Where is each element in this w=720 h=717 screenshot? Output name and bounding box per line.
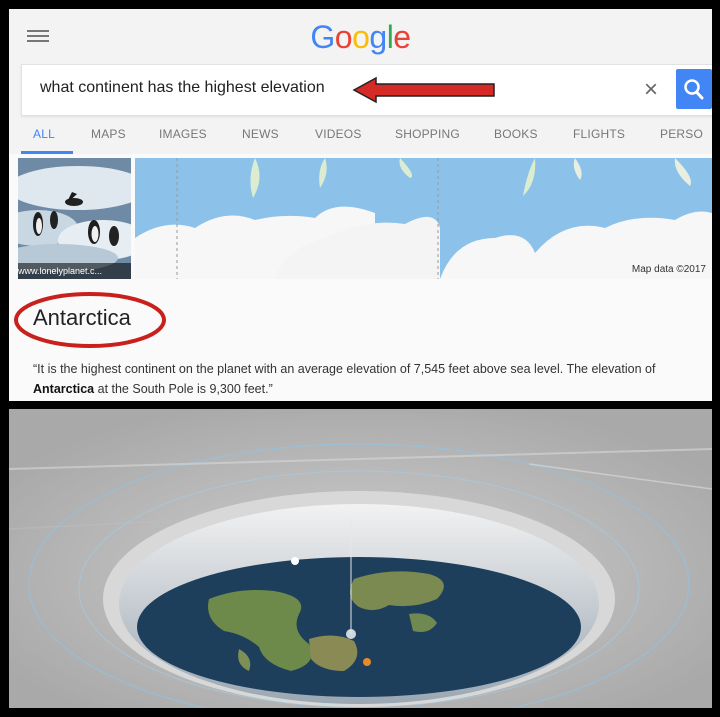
tab-maps[interactable]: MAPS — [91, 127, 126, 141]
penguin-photo[interactable]: www.lonelyplanet.c... — [18, 158, 131, 279]
snippet-bold: Antarctica — [33, 382, 95, 396]
search-box[interactable]: what continent has the highest elevation… — [21, 64, 712, 116]
logo-letter: o — [352, 19, 370, 55]
search-button[interactable] — [676, 69, 712, 109]
flat-earth-illustration — [9, 409, 712, 708]
photo-source-caption: www.lonelyplanet.c... — [18, 263, 131, 279]
tab-all[interactable]: ALL — [33, 127, 55, 141]
search-tabs: ALL MAPS IMAGES NEWS VIDEOS SHOPPING BOO… — [9, 117, 712, 154]
snippet-text: “It is the highest continent on the plan… — [33, 362, 656, 376]
map-data-credit: Map data ©2017 — [631, 264, 706, 275]
tab-shopping[interactable]: SHOPPING — [395, 127, 460, 141]
tab-flights[interactable]: FLIGHTS — [573, 127, 625, 141]
active-tab-indicator — [21, 151, 73, 154]
search-header: Google what continent has the highest el… — [9, 9, 712, 154]
red-arrow-annotation — [352, 76, 495, 104]
search-result-screenshot: Google what continent has the highest el… — [9, 9, 712, 401]
tab-videos[interactable]: VIDEOS — [315, 127, 362, 141]
search-icon — [684, 79, 704, 100]
tab-personal[interactable]: PERSO — [660, 127, 703, 141]
antarctica-map[interactable]: Map data ©2017 — [135, 158, 712, 279]
penguin-photo-image — [18, 158, 131, 279]
clear-icon[interactable]: × — [644, 76, 658, 104]
tab-images[interactable]: IMAGES — [159, 127, 207, 141]
search-query[interactable]: what continent has the highest elevation — [40, 79, 325, 97]
logo-letter: e — [393, 19, 411, 55]
logo-letter: o — [334, 19, 353, 55]
answer-snippet: “It is the highest continent on the plan… — [33, 359, 693, 399]
ice-hole-earth-image — [9, 409, 712, 708]
map-image — [135, 158, 712, 279]
logo-letter: g — [369, 19, 387, 55]
answer-title[interactable]: Antarctica — [33, 305, 131, 331]
tab-news[interactable]: NEWS — [242, 127, 279, 141]
tab-books[interactable]: BOOKS — [494, 127, 538, 141]
logo-letter: G — [310, 19, 335, 55]
google-logo: Google — [9, 19, 712, 56]
snippet-text: at the South Pole is 9,300 feet.” — [94, 382, 273, 396]
